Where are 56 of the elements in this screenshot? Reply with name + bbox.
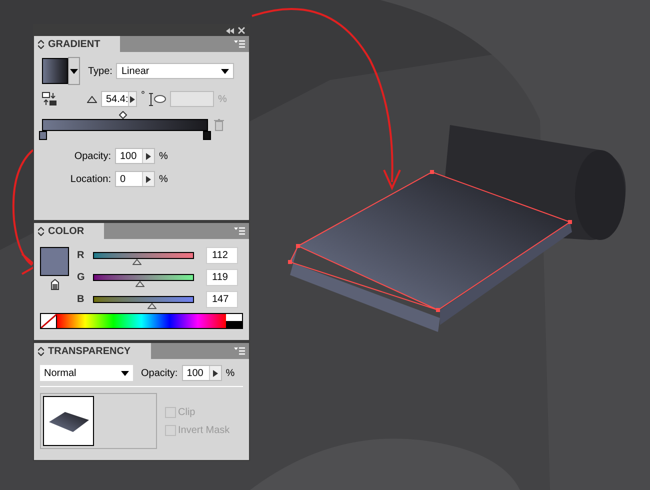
expand-icon[interactable] — [38, 40, 44, 48]
color-stop[interactable] — [39, 131, 47, 140]
panel-menu-icon[interactable] — [234, 227, 245, 235]
gradient-ramp-bar[interactable] — [42, 119, 208, 131]
gradient-swatch[interactable] — [42, 58, 68, 84]
field-label: Location: — [69, 172, 111, 186]
step-arrow-icon[interactable] — [130, 96, 136, 102]
channel-label: B — [77, 293, 86, 307]
expand-icon[interactable] — [38, 226, 44, 236]
number-field[interactable]: 100 — [182, 365, 222, 381]
aspect-ratio-icon — [149, 92, 166, 106]
color-spectrum-bar[interactable] — [40, 313, 243, 329]
step-arrow-icon[interactable] — [146, 152, 151, 160]
close-icon[interactable] — [238, 27, 245, 34]
panel-menu-icon[interactable] — [234, 40, 245, 48]
step-arrow-icon[interactable] — [212, 370, 218, 376]
number-field[interactable]: 54.4: — [101, 91, 137, 107]
percent-sign: % — [159, 172, 168, 186]
number-field[interactable]: 0 — [115, 171, 155, 187]
slash-icon — [41, 314, 57, 328]
caret-icon — [121, 370, 129, 376]
type-label: Type: — [88, 64, 112, 78]
number-field[interactable]: 100 — [115, 148, 155, 164]
blend-mode-dropdown[interactable]: Normal — [40, 365, 133, 381]
expand-icon[interactable] — [38, 346, 44, 356]
channel-label: G — [77, 271, 86, 285]
channel-slider[interactable] — [93, 274, 194, 288]
field-label: Opacity: — [73, 150, 111, 164]
channel-value-field[interactable]: 147 — [206, 291, 238, 308]
percent-sign: % — [218, 92, 227, 106]
channel-label: R — [77, 249, 86, 263]
object-thumbnail — [43, 396, 94, 446]
swatch-dropdown-button[interactable] — [68, 57, 80, 85]
fill-color-swatch[interactable] — [40, 247, 69, 276]
channel-value-field[interactable]: 112 — [206, 247, 238, 264]
caret-icon[interactable] — [70, 68, 78, 74]
checkbox-label: Clip — [178, 406, 196, 420]
caret-icon — [221, 68, 230, 74]
percent-sign: % — [226, 366, 235, 380]
none-color-swatch[interactable] — [41, 314, 57, 328]
color-stop[interactable] — [203, 131, 211, 140]
channel-slider[interactable] — [93, 296, 194, 310]
channel-slider[interactable] — [93, 252, 194, 266]
opacity-label: Opacity: — [141, 366, 178, 380]
percent-sign: % — [159, 150, 168, 164]
collapse-icon[interactable] — [226, 28, 234, 34]
checkbox-label: Invert Mask — [178, 424, 230, 438]
panel-menu-icon[interactable] — [234, 347, 245, 355]
reverse-gradient-icon[interactable] — [42, 92, 57, 106]
channel-value-field[interactable]: 119 — [206, 269, 238, 286]
type-dropdown[interactable]: Linear — [116, 63, 234, 79]
degree-sign: ° — [141, 88, 145, 102]
angle-icon — [87, 96, 97, 102]
step-arrow-icon[interactable] — [146, 176, 151, 182]
aspect-ratio-field — [170, 91, 214, 107]
color-swatch-icon — [50, 279, 58, 290]
